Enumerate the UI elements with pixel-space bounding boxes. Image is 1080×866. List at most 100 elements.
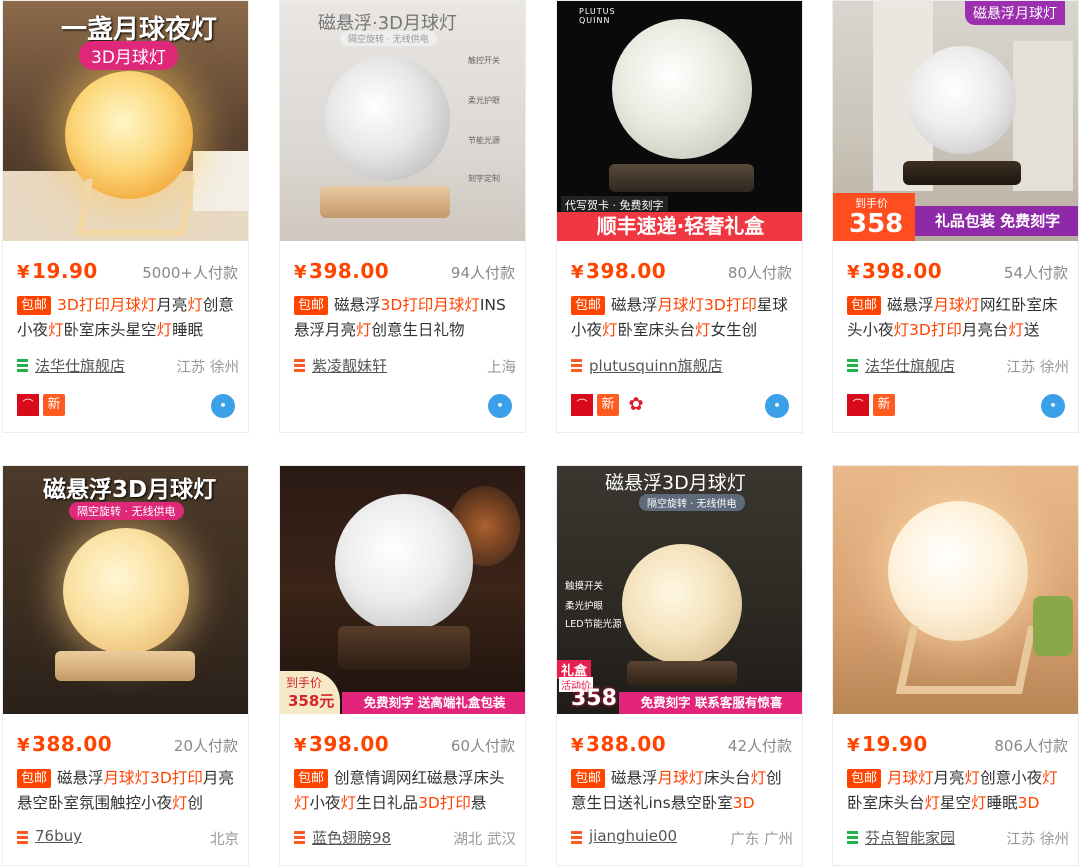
product-card[interactable]: 一盏月球夜灯 3D月球灯 ¥19.90 5000+人付款 包邮 3D打印月球灯月亮… [2,0,249,433]
shop-link[interactable]: 法华仕旗舰店 [865,355,955,376]
title-segment: 月球灯3D打印 [103,769,203,787]
feature-label: 柔光护眼 [468,96,500,105]
wangwang-chat-icon[interactable]: • [488,394,512,418]
title-segment: 磁悬浮 [887,296,934,314]
product-image[interactable]: 磁悬浮月球灯 到手价 358 礼品包装 免费刻字 [833,1,1078,241]
product-title[interactable]: 包邮 月球灯月亮灯创意小夜灯卧室床头台灯星空灯睡眠3D [847,766,1069,816]
title-segment: 睡眠 [172,321,204,339]
product-image[interactable]: 磁悬浮3D月球灯 隔空旋转 · 无线供电 触摸开关 柔光护眼 LED节能光源 礼… [557,466,802,714]
shop-icon [294,359,305,373]
shop-row: 芬点智能家园 江苏 徐州 [847,826,1069,850]
shop-icon [17,831,28,845]
badge-row: ⌒ 新 • [17,394,239,420]
product-card[interactable]: 磁悬浮3D月球灯 隔空旋转 · 无线供电 触摸开关 柔光护眼 LED节能光源 礼… [556,465,803,866]
price: ¥398.00 [294,259,390,283]
title-segment: 磁悬浮 [334,296,381,314]
shop-row: 法华仕旗舰店 江苏 徐州 [847,354,1069,378]
product-card[interactable]: PLUTUS QUINN 代写贺卡 · 免费刻字 顺丰速递·轻奢礼盒 ¥398.… [556,0,803,433]
title-segment: 3D [1017,794,1040,812]
location: 广东 广州 [730,832,793,848]
product-title[interactable]: 包邮 磁悬浮3D打印月球灯INS悬浮月亮灯创意生日礼物 [294,293,516,343]
product-card[interactable]: 磁悬浮3D月球灯 隔空旋转 · 无线供电 ¥388.00 20人付款 包邮 磁悬浮… [2,465,249,866]
title-segment: 灯 [356,321,372,339]
title-segment: 灯 [172,794,188,812]
location: 江苏 徐州 [176,360,239,376]
badge-row: • [294,394,516,420]
tmall-icon: ⌒ [847,394,869,416]
product-title[interactable]: 包邮 3D打印月球灯月亮灯创意小夜灯卧室床头星空灯睡眠 [17,293,239,343]
product-title[interactable]: 包邮 磁悬浮月球灯床头台灯创意生日送礼ins悬空卧室3D [571,766,793,816]
product-title[interactable]: 包邮 磁悬浮月球灯网红卧室床头小夜灯3D打印月亮台灯送 [847,293,1069,343]
title-segment: 灯 [971,794,987,812]
sales-count: 5000+人付款 [142,264,238,282]
shop-icon [17,359,28,373]
product-image[interactable]: 磁悬浮·3D月球灯 隔空旋转 · 无线供电 触控开关 柔光护眼 节能光源 刻字定… [280,1,525,241]
title-segment: 3D [732,794,755,812]
shop-icon [571,831,582,845]
product-image[interactable] [833,466,1078,714]
title-segment: 灯 [294,794,310,812]
shop-link[interactable]: 76buy [35,827,82,845]
overlay-tag: 隔空旋转 · 无线供电 [69,502,184,520]
tmall-icon: ⌒ [17,394,39,416]
title-segment: 灯 [156,321,173,339]
product-card[interactable]: 磁悬浮月球灯 到手价 358 礼品包装 免费刻字 ¥398.00 54人付款 包… [832,0,1079,433]
shop-icon [847,831,858,845]
shop-link[interactable]: 蓝色翅膀98 [312,827,391,848]
title-segment: 送 [1023,321,1040,339]
shop-row: 紫凌靓妹轩 上海 [294,354,516,378]
price-tag-value: 358 [849,209,904,239]
product-image[interactable]: PLUTUS QUINN 代写贺卡 · 免费刻字 顺丰速递·轻奢礼盒 [557,1,802,241]
sales-count: 806人付款 [994,737,1068,755]
title-segment: 灯 [695,321,711,339]
sales-count: 60人付款 [450,737,515,755]
sales-count: 20人付款 [173,737,238,755]
price-row: ¥398.00 80人付款 [557,256,802,286]
product-card[interactable]: 磁悬浮·3D月球灯 隔空旋转 · 无线供电 触控开关 柔光护眼 节能光源 刻字定… [279,0,526,433]
product-image[interactable]: 一盏月球夜灯 3D月球灯 [3,1,248,241]
product-image[interactable]: 到手价 358元 免费刻字 送高端礼盒包装 [280,466,525,714]
overlay-tag: 3D月球灯 [79,41,178,70]
location: 上海 [487,360,516,376]
title-segment: 磁悬浮 [57,769,104,787]
product-card[interactable]: 到手价 358元 免费刻字 送高端礼盒包装 ¥398.00 60人付款 包邮 创意… [279,465,526,866]
title-segment: 灯 [924,794,941,812]
shop-link[interactable]: 芬点智能家园 [865,827,955,848]
title-segment: 创 [187,794,204,812]
title-segment: 灯 [964,769,981,787]
location: 湖北 武汉 [453,832,516,848]
feature-label: LED节能光源 [565,619,622,630]
wangwang-chat-icon[interactable]: • [1041,394,1065,418]
title-segment: 生日礼品 [356,794,419,812]
new-badge: 新 [873,394,895,416]
location: 北京 [210,832,239,848]
price-row: ¥398.00 94人付款 [280,256,525,286]
title-segment: 3D打印月球灯 [57,296,157,314]
product-title[interactable]: 包邮 创意情调网红磁悬浮床头灯小夜灯生日礼品3D打印悬 [294,766,516,816]
overlay-tag: 磁悬浮月球灯 [965,1,1065,25]
shop-link[interactable]: 紫凌靓妹轩 [312,355,387,376]
wangwang-chat-icon[interactable]: • [765,394,789,418]
shop-link[interactable]: jianghuie00 [589,827,677,845]
shop-row: 法华仕旗舰店 江苏 徐州 [17,354,239,378]
product-title[interactable]: 包邮 磁悬浮月球灯3D打印月亮悬空卧室氛围触控小夜灯创 [17,766,239,816]
new-badge: 新 [597,394,619,416]
price: ¥388.00 [17,732,113,756]
shop-link[interactable]: 法华仕旗舰店 [35,355,125,376]
wangwang-chat-icon[interactable]: • [211,394,235,418]
title-segment: 灯 [1042,769,1058,787]
product-image[interactable]: 磁悬浮3D月球灯 隔空旋转 · 无线供电 [3,466,248,714]
brand-logo: QUINN [579,16,611,25]
title-segment: 灯 [750,769,767,787]
price-tag-value: 358 [571,686,617,711]
feature-label: 刻字定制 [468,174,500,183]
product-card[interactable]: ¥19.90 806人付款 包邮 月球灯月亮灯创意小夜灯卧室床头台灯星空灯睡眠3D… [832,465,1079,866]
sales-count: 80人付款 [727,264,792,282]
title-segment: 卧室床头星空 [63,321,157,339]
price: ¥398.00 [571,259,667,283]
title-segment: 卧室床头台 [617,321,696,339]
price-row: ¥398.00 60人付款 [280,729,525,759]
product-title[interactable]: 包邮 磁悬浮月球灯3D打印星球小夜灯卧室床头台灯女生创 [571,293,793,343]
shop-link[interactable]: plutusquinn旗舰店 [589,355,723,376]
overlay-tag: 隔空旋转 · 无线供电 [340,31,437,46]
